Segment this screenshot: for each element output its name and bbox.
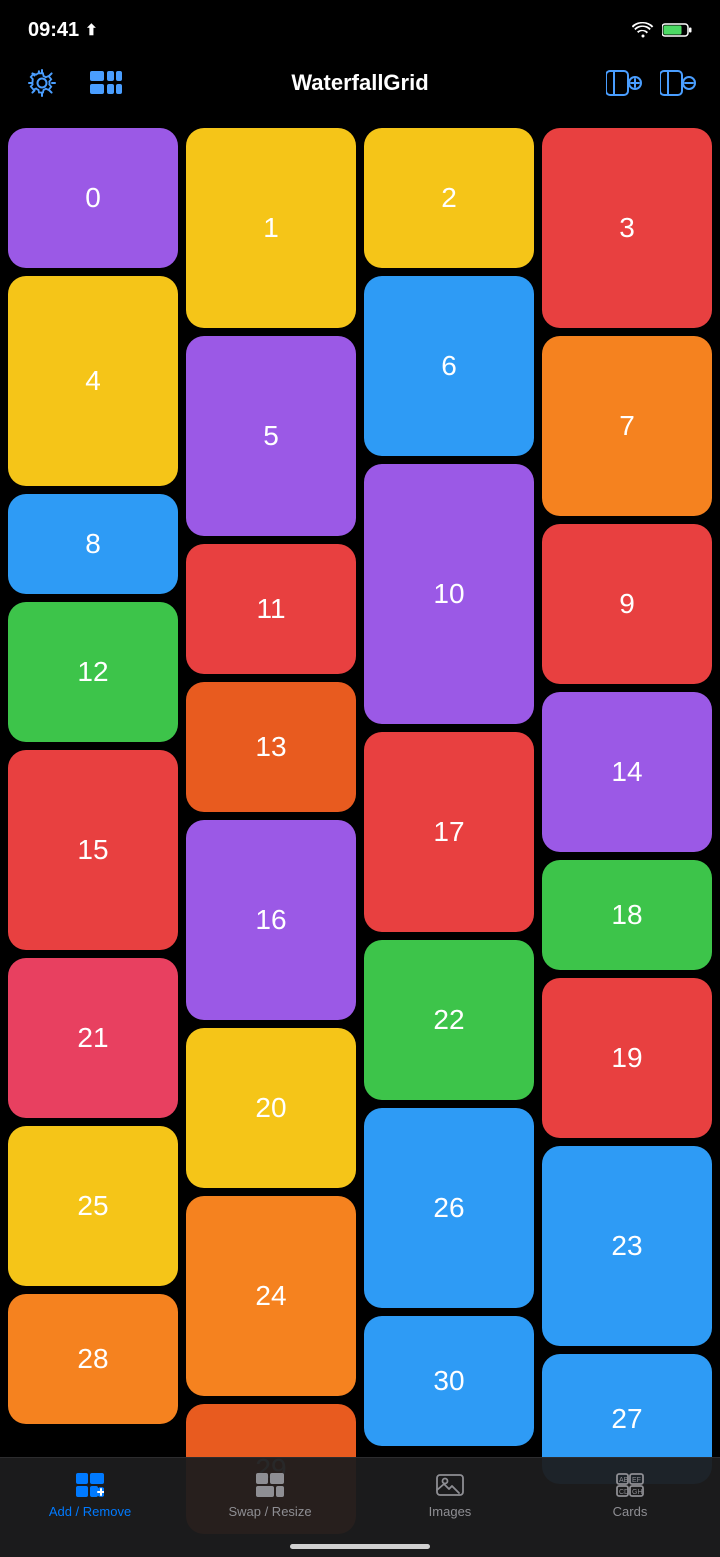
card-21[interactable]: 21 xyxy=(8,958,178,1118)
column-0: 0481215212528 xyxy=(8,128,178,1534)
tab-images-label: Images xyxy=(429,1504,472,1519)
svg-text:AB: AB xyxy=(619,1477,629,1484)
nav-title-container: WaterfallGrid xyxy=(291,70,428,96)
card-26[interactable]: 26 xyxy=(364,1108,534,1308)
tab-add-remove[interactable]: Add / Remove xyxy=(0,1470,180,1519)
status-bar: 09:41 ⬆ xyxy=(0,0,720,54)
tab-swap-resize[interactable]: Swap / Resize xyxy=(180,1470,360,1519)
card-7[interactable]: 7 xyxy=(542,336,712,516)
status-time: 09:41 ⬆ xyxy=(28,19,98,42)
card-25[interactable]: 25 xyxy=(8,1126,178,1286)
grid-area: 0481215212528151113162024292610172226303… xyxy=(0,118,720,1544)
card-4[interactable]: 4 xyxy=(8,276,178,486)
card-9[interactable]: 9 xyxy=(542,524,712,684)
tab-images[interactable]: Images xyxy=(360,1470,540,1519)
card-22[interactable]: 22 xyxy=(364,940,534,1100)
card-3[interactable]: 3 xyxy=(542,128,712,328)
card-1[interactable]: 1 xyxy=(186,128,356,328)
settings-button[interactable] xyxy=(20,61,64,105)
layout-button[interactable] xyxy=(84,61,128,105)
add-remove-icon xyxy=(75,1470,105,1500)
card-30[interactable]: 30 xyxy=(364,1316,534,1446)
card-28[interactable]: 28 xyxy=(8,1294,178,1424)
card-17[interactable]: 17 xyxy=(364,732,534,932)
card-13[interactable]: 13 xyxy=(186,682,356,812)
tab-bar: Add / Remove Swap / Resize Images xyxy=(0,1457,720,1557)
cards-icon: AB CD EF GH xyxy=(615,1470,645,1500)
svg-text:GH: GH xyxy=(632,1489,643,1496)
grid-icon xyxy=(90,71,122,95)
swap-resize-icon xyxy=(255,1470,285,1500)
column-3: 3791418192327 xyxy=(542,128,712,1534)
card-8[interactable]: 8 xyxy=(8,494,178,594)
location-icon: ⬆ xyxy=(85,21,98,39)
card-12[interactable]: 12 xyxy=(8,602,178,742)
card-2[interactable]: 2 xyxy=(364,128,534,268)
svg-text:CD: CD xyxy=(619,1489,629,1496)
card-24[interactable]: 24 xyxy=(186,1196,356,1396)
card-6[interactable]: 6 xyxy=(364,276,534,456)
gear-icon xyxy=(27,68,57,98)
nav-left xyxy=(20,61,128,105)
home-indicator xyxy=(290,1544,430,1549)
add-col-icon xyxy=(606,68,642,98)
card-23[interactable]: 23 xyxy=(542,1146,712,1346)
card-16[interactable]: 16 xyxy=(186,820,356,1020)
card-0[interactable]: 0 xyxy=(8,128,178,268)
column-2: 261017222630 xyxy=(364,128,534,1534)
card-5[interactable]: 5 xyxy=(186,336,356,536)
nav-title: WaterfallGrid xyxy=(291,70,428,95)
images-icon xyxy=(435,1470,465,1500)
column-1: 15111316202429 xyxy=(186,128,356,1534)
tab-cards-label: Cards xyxy=(613,1504,648,1519)
svg-text:EF: EF xyxy=(632,1477,641,1484)
card-18[interactable]: 18 xyxy=(542,860,712,970)
status-icons xyxy=(632,22,692,38)
battery-icon xyxy=(662,22,692,38)
card-20[interactable]: 20 xyxy=(186,1028,356,1188)
tab-swap-resize-label: Swap / Resize xyxy=(228,1504,311,1519)
card-10[interactable]: 10 xyxy=(364,464,534,724)
nav-bar: WaterfallGrid xyxy=(0,54,720,118)
card-14[interactable]: 14 xyxy=(542,692,712,852)
nav-right xyxy=(602,61,700,105)
add-column-button[interactable] xyxy=(602,61,646,105)
card-15[interactable]: 15 xyxy=(8,750,178,950)
tab-add-remove-label: Add / Remove xyxy=(49,1504,131,1519)
wifi-icon xyxy=(632,22,654,38)
card-11[interactable]: 11 xyxy=(186,544,356,674)
remove-col-icon xyxy=(660,68,696,98)
tab-cards[interactable]: AB CD EF GH Cards xyxy=(540,1470,720,1519)
remove-column-button[interactable] xyxy=(656,61,700,105)
card-19[interactable]: 19 xyxy=(542,978,712,1138)
